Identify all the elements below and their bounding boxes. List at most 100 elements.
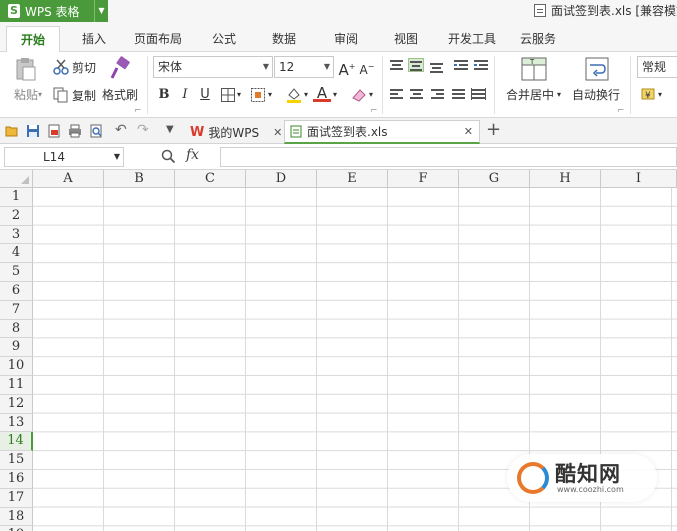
doc-tab-my-wps[interactable]: W 我的WPS ✕ — [186, 120, 282, 144]
row-header[interactable]: 18 — [0, 507, 33, 527]
column-header[interactable]: F — [388, 170, 459, 188]
row-header[interactable]: 10 — [0, 357, 33, 376]
cell-style-dropdown-chevron-icon[interactable]: ▾ — [268, 90, 272, 99]
borders-dropdown-chevron-icon[interactable]: ▾ — [237, 90, 241, 99]
tab-home[interactable]: 开始 — [6, 26, 60, 53]
column-header[interactable]: D — [246, 170, 317, 188]
copy-button[interactable]: 复制 — [52, 86, 96, 104]
tab-data[interactable]: 数据 — [260, 30, 308, 52]
distributed-align-icon[interactable] — [471, 88, 487, 102]
row-header[interactable]: 1 — [0, 188, 33, 207]
column-header[interactable]: A — [33, 170, 104, 188]
font-size-select[interactable]: 12 ▼ — [274, 56, 334, 78]
justify-icon[interactable] — [451, 88, 467, 102]
insert-function-fx-icon[interactable]: fx — [186, 147, 199, 163]
save-icon[interactable] — [26, 124, 40, 138]
tab-cloud[interactable]: 云服务 — [512, 30, 564, 52]
tab-review[interactable]: 审阅 — [322, 30, 370, 52]
cell-style-icon[interactable] — [250, 87, 266, 103]
select-all-corner[interactable] — [0, 170, 33, 188]
undo-icon[interactable]: ↶ — [115, 122, 127, 138]
borders-icon[interactable] — [220, 87, 236, 103]
row-header[interactable]: 2 — [0, 206, 33, 226]
merge-center-label: 合并居中 — [506, 88, 555, 102]
italic-button[interactable]: I — [176, 86, 194, 104]
formula-input[interactable] — [220, 147, 677, 167]
column-header[interactable]: B — [104, 170, 175, 188]
wps-app-menu-button[interactable]: S WPS 表格 ▼ — [0, 0, 108, 22]
row-header[interactable]: 8 — [0, 319, 33, 339]
align-bottom-icon[interactable] — [429, 59, 445, 73]
chevron-down-icon[interactable]: ▼ — [94, 0, 108, 22]
row-header[interactable]: 17 — [0, 488, 33, 508]
merge-center-button[interactable]: 合并居中 ▾ — [506, 86, 561, 103]
bold-button[interactable]: B — [155, 86, 173, 104]
row-header[interactable]: 7 — [0, 300, 33, 320]
font-color-button[interactable]: A — [313, 84, 331, 102]
merge-center-icon[interactable]: T — [521, 57, 547, 81]
redo-icon[interactable]: ↷ — [137, 122, 149, 138]
export-pdf-icon[interactable] — [47, 124, 61, 138]
paste-dropdown-chevron-icon[interactable]: ▾ — [38, 90, 42, 99]
align-top-icon[interactable] — [389, 59, 405, 73]
number-format-select[interactable]: 常规 — [637, 56, 677, 78]
fill-color-icon[interactable] — [285, 86, 303, 104]
column-header[interactable]: H — [530, 170, 601, 188]
increase-indent-icon[interactable] — [473, 59, 489, 73]
row-header[interactable]: 13 — [0, 413, 33, 433]
customize-toolbar-chevron-icon[interactable]: ▼ — [166, 124, 174, 135]
decrease-indent-icon[interactable] — [453, 59, 469, 73]
format-painter-button[interactable]: 格式刷 — [102, 56, 138, 103]
align-right-icon[interactable] — [430, 88, 446, 102]
row-header[interactable]: 11 — [0, 376, 33, 395]
tab-developer[interactable]: 开发工具 — [440, 30, 504, 52]
row-header[interactable]: 15 — [0, 451, 33, 470]
column-header[interactable]: E — [317, 170, 388, 188]
doc-tab-interview-signin[interactable]: 面试签到表.xls ✕ — [284, 120, 480, 144]
currency-format-icon[interactable]: ¥ — [640, 86, 656, 102]
alignment-group-expand-icon[interactable]: ⌐ — [617, 106, 625, 116]
currency-format-dropdown-chevron-icon[interactable]: ▾ — [658, 90, 662, 99]
row-header[interactable]: 3 — [0, 225, 33, 245]
tab-insert[interactable]: 插入 — [70, 30, 118, 52]
row-header[interactable]: 4 — [0, 244, 33, 264]
fill-color-dropdown-chevron-icon[interactable]: ▾ — [304, 90, 308, 99]
row-header[interactable]: 16 — [0, 470, 33, 489]
print-preview-icon[interactable] — [89, 124, 103, 138]
tab-page-layout[interactable]: 页面布局 — [126, 30, 190, 52]
font-group-expand-icon[interactable]: ⌐ — [370, 106, 378, 116]
name-box[interactable]: L14 ▼ — [4, 147, 124, 167]
wrap-text-icon[interactable] — [585, 57, 609, 81]
clipboard-group-expand-icon[interactable]: ⌐ — [134, 106, 142, 116]
shrink-font-button[interactable]: A− — [358, 58, 376, 77]
open-folder-icon[interactable] — [5, 124, 19, 138]
align-center-icon[interactable] — [409, 88, 425, 102]
font-color-dropdown-chevron-icon[interactable]: ▾ — [333, 90, 337, 99]
clear-format-dropdown-chevron-icon[interactable]: ▾ — [369, 90, 373, 99]
row-header[interactable]: 14 — [0, 432, 33, 452]
chevron-down-icon[interactable]: ▼ — [114, 148, 120, 166]
tab-view[interactable]: 视图 — [382, 30, 430, 52]
close-icon[interactable]: ✕ — [464, 125, 473, 138]
tab-formulas[interactable]: 公式 — [200, 30, 248, 52]
font-name-select[interactable]: 宋体 ▼ — [153, 56, 273, 78]
wrap-text-button[interactable]: 自动换行 — [572, 86, 620, 103]
row-header[interactable]: 5 — [0, 263, 33, 282]
align-left-icon[interactable] — [389, 88, 405, 102]
column-header[interactable]: I — [601, 170, 677, 188]
grow-font-button[interactable]: A+ — [338, 58, 356, 79]
zoom-search-icon[interactable] — [161, 149, 176, 164]
close-icon[interactable]: ✕ — [273, 126, 282, 139]
cut-button[interactable]: 剪切 — [52, 58, 96, 76]
row-header[interactable]: 12 — [0, 394, 33, 414]
align-middle-icon[interactable] — [408, 58, 424, 72]
row-header[interactable]: 6 — [0, 282, 33, 301]
row-header[interactable]: 19 — [0, 526, 33, 531]
underline-button[interactable]: U — [196, 86, 214, 104]
column-header[interactable]: G — [459, 170, 530, 188]
print-icon[interactable] — [68, 124, 82, 138]
new-tab-plus-icon[interactable]: + — [486, 119, 501, 140]
clear-format-icon[interactable] — [350, 86, 368, 104]
column-header[interactable]: C — [175, 170, 246, 188]
row-header[interactable]: 9 — [0, 338, 33, 358]
